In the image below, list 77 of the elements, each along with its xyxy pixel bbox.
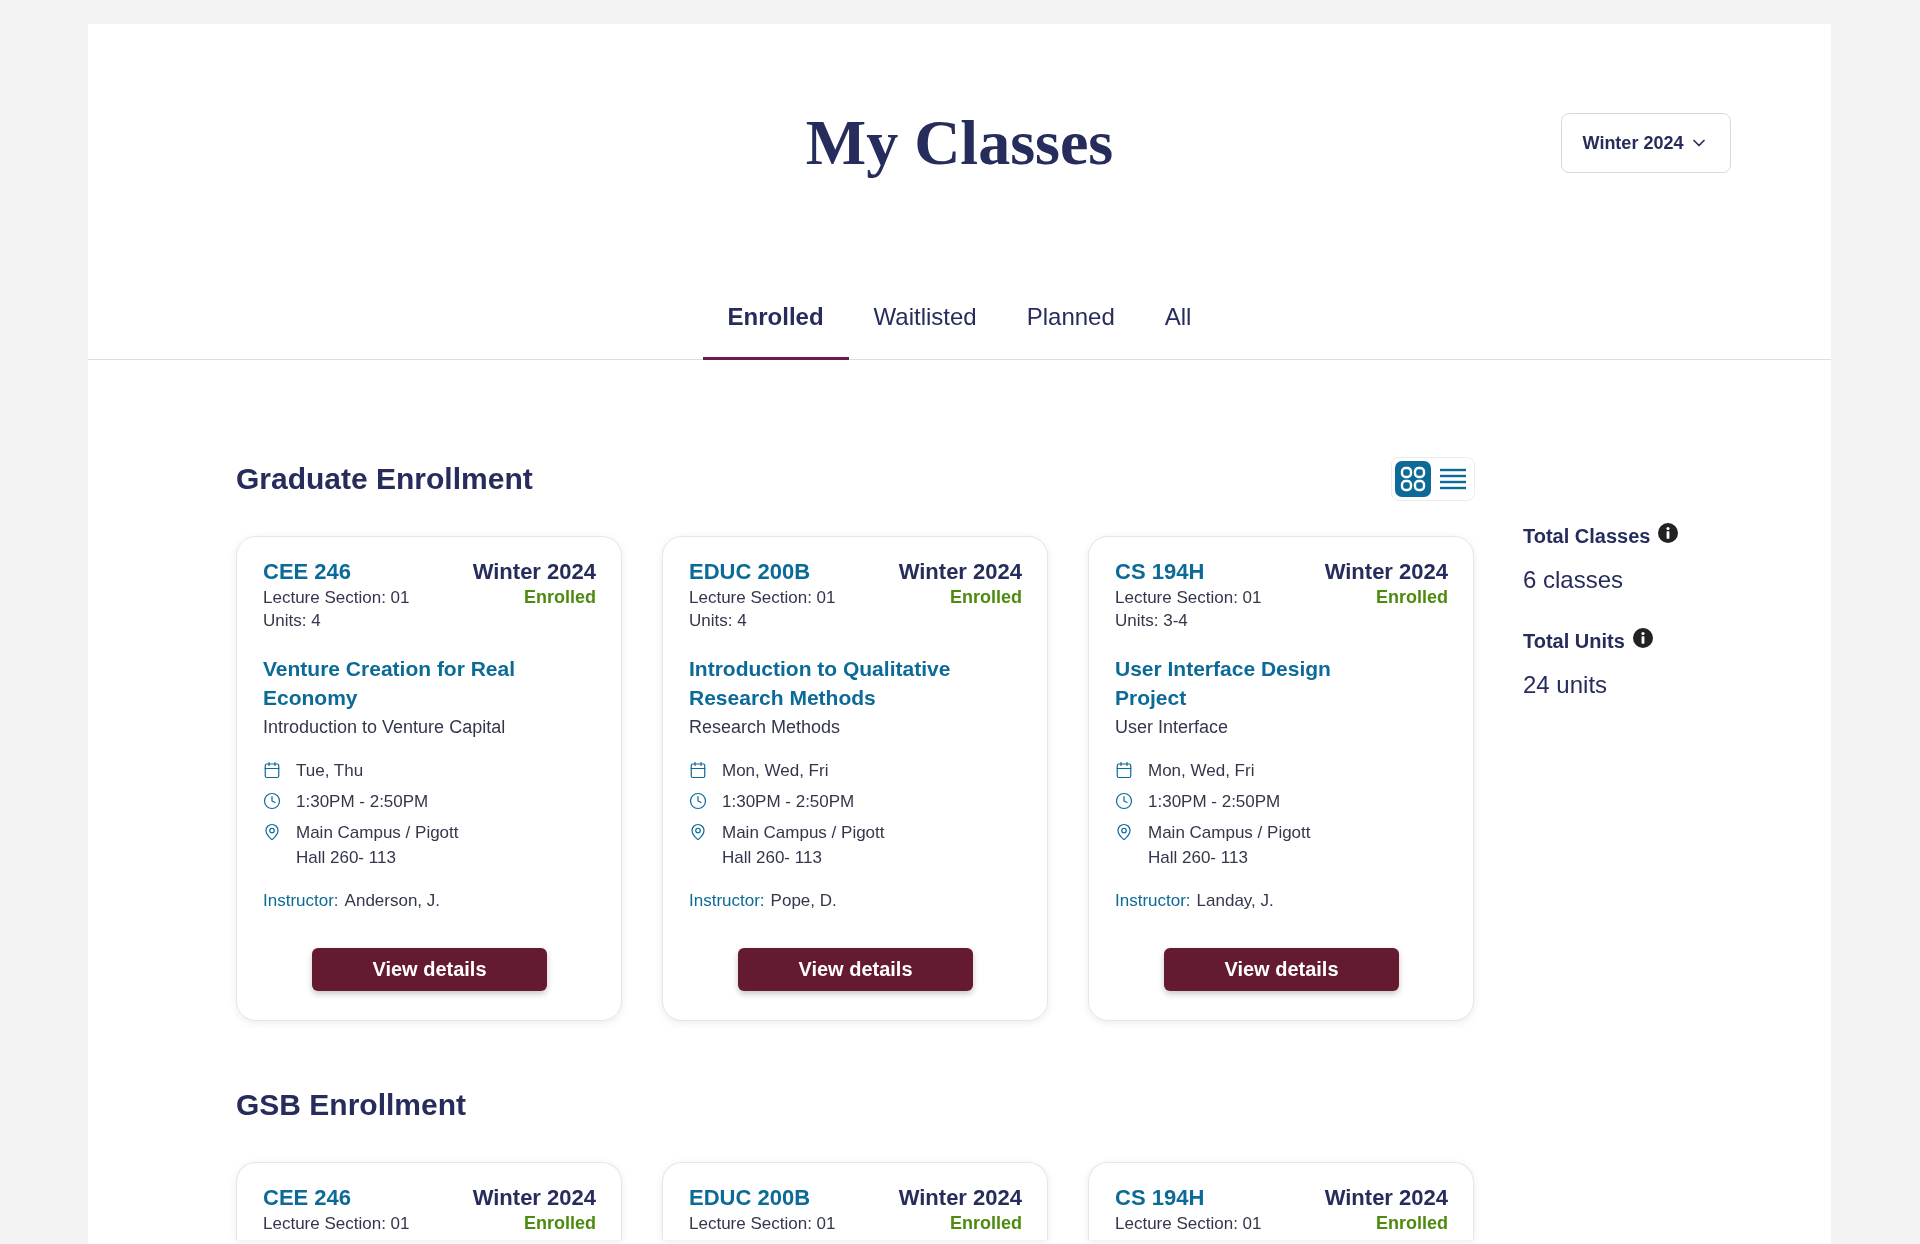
time-text: 1:30PM - 2:50PM	[1148, 791, 1281, 813]
instructor-name: Anderson, J.	[344, 890, 441, 912]
tab[interactable]: Enrolled	[702, 282, 849, 360]
section-text: Lecture Section: 01	[263, 587, 410, 609]
section-text: Lecture Section: 01	[263, 1213, 410, 1235]
list-icon	[1440, 468, 1466, 490]
course-code: EDUC 200B	[689, 1184, 811, 1212]
tab[interactable]: Waitlisted	[848, 282, 1002, 360]
course-code: EDUC 200B	[689, 558, 811, 586]
section-text: Lecture Section: 01	[689, 587, 836, 609]
instructor-label: Instructor:	[689, 890, 765, 912]
course-code: CEE 246	[263, 558, 352, 586]
time-text: 1:30PM - 2:50PM	[722, 791, 855, 813]
units-text: Units: 4	[263, 610, 321, 632]
instructor-name: Landay, J.	[1196, 890, 1274, 912]
course-subtitle: User Interface	[1115, 716, 1230, 739]
stat-label: Total Units	[1523, 629, 1625, 654]
grid-icon	[1400, 466, 1426, 492]
view-details-button[interactable]: View details	[738, 948, 973, 991]
course-subtitle: Introduction to Venture Capital	[263, 716, 507, 739]
stat-value: 6 classes	[1523, 565, 1625, 595]
time-text: 1:30PM - 2:50PM	[296, 791, 429, 813]
status-label: Enrolled	[950, 586, 1022, 608]
status-label: Enrolled	[524, 1212, 596, 1234]
days-text: Mon, Wed, Fri	[722, 760, 829, 782]
units-text: Units: 3-4	[1115, 610, 1188, 632]
view-details-button[interactable]: View details	[1164, 948, 1399, 991]
tab[interactable]: All	[1139, 282, 1217, 360]
info-icon[interactable]	[1632, 628, 1653, 648]
section-title: Graduate Enrollment	[236, 461, 533, 497]
course-title: Introduction to Qualitative Research Methods	[689, 656, 952, 711]
clock-icon	[689, 792, 707, 810]
tab[interactable]: Planned	[1001, 282, 1140, 360]
section-title: GSB Enrollment	[236, 1087, 467, 1123]
section-text: Lecture Section: 01	[689, 1213, 836, 1235]
info-icon[interactable]	[1658, 523, 1679, 543]
course-subtitle: Research Methods	[689, 716, 842, 739]
status-label: Enrolled	[1376, 1212, 1448, 1234]
location-pin-icon	[689, 823, 707, 841]
calendar-icon	[689, 761, 707, 779]
term-label: Winter 2024	[1324, 1184, 1448, 1212]
page-title: My Classes	[805, 108, 1114, 178]
stat-value: 24 units	[1523, 670, 1609, 700]
course-title: User Interface Design Project	[1115, 656, 1332, 711]
location-text: Main Campus / Pigott Hall 260- 113	[296, 822, 460, 869]
location-text: Main Campus / Pigott Hall 260- 113	[1148, 822, 1312, 869]
location-pin-icon	[1115, 823, 1133, 841]
course-code: CEE 246	[263, 1184, 352, 1212]
term-label: Winter 2024	[1324, 558, 1448, 586]
calendar-icon	[1115, 761, 1133, 779]
term-label: Winter 2024	[898, 558, 1022, 586]
course-title: Venture Creation for Real Economy	[263, 656, 517, 711]
stat-label: Total Classes	[1523, 524, 1651, 549]
section-text: Lecture Section: 01	[1115, 1213, 1262, 1235]
clock-icon	[1115, 792, 1133, 810]
course-code: CS 194H	[1115, 1184, 1205, 1212]
location-pin-icon	[263, 823, 281, 841]
status-label: Enrolled	[950, 1212, 1022, 1234]
instructor-label: Instructor:	[263, 890, 339, 912]
status-label: Enrolled	[524, 586, 596, 608]
location-text: Main Campus / Pigott Hall 260- 113	[722, 822, 886, 869]
term-label: Winter 2024	[472, 558, 596, 586]
term-label: Winter 2024	[472, 1184, 596, 1212]
course-code: CS 194H	[1115, 558, 1205, 586]
instructor-name: Pope, D.	[770, 890, 837, 912]
view-details-button[interactable]: View details	[312, 948, 547, 991]
calendar-icon	[263, 761, 281, 779]
term-dropdown[interactable]: Winter 2024	[1561, 113, 1731, 173]
term-label: Winter 2024	[898, 1184, 1022, 1212]
instructor-label: Instructor:	[1115, 890, 1191, 912]
days-text: Mon, Wed, Fri	[1148, 760, 1255, 782]
grid-view-button[interactable]	[1395, 461, 1431, 497]
clock-icon	[263, 792, 281, 810]
status-label: Enrolled	[1376, 586, 1448, 608]
section-text: Lecture Section: 01	[1115, 587, 1262, 609]
days-text: Tue, Thu	[296, 760, 364, 782]
units-text: Units: 4	[689, 610, 747, 632]
